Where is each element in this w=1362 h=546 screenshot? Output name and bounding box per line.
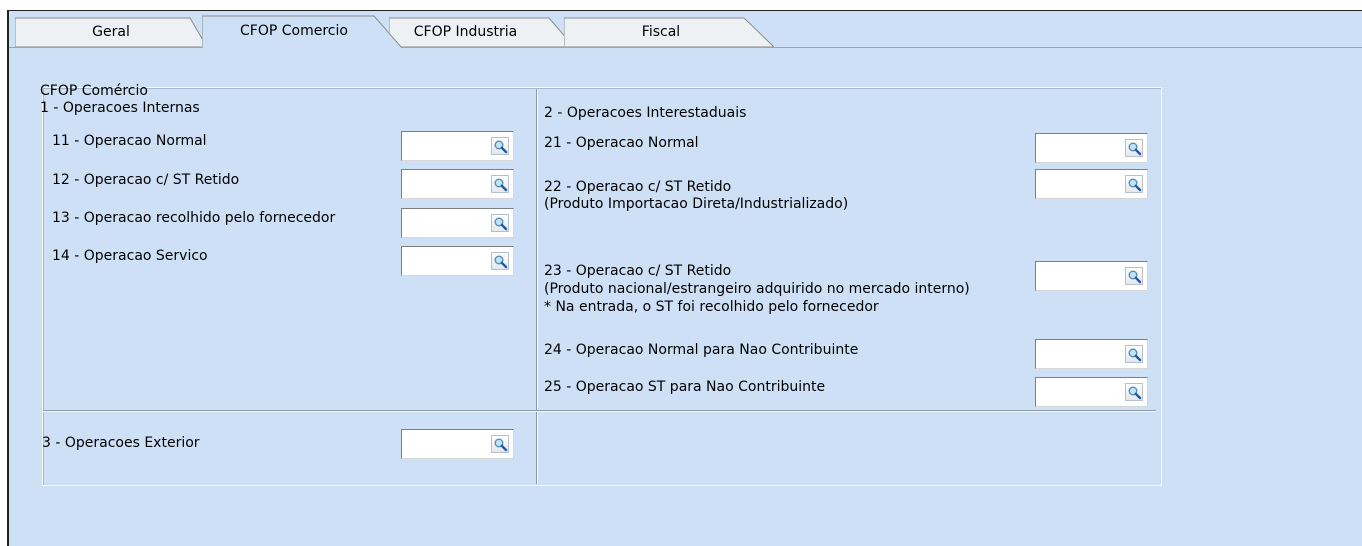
cfop-25-input[interactable] <box>1038 380 1124 406</box>
magnifier-icon <box>1128 386 1142 400</box>
magnifier-icon <box>1128 270 1142 284</box>
search-button-21[interactable] <box>1125 139 1143 157</box>
lookup-field-12 <box>401 169 514 199</box>
label-25: 25 - Operacao ST para Nao Contribuinte <box>544 379 826 395</box>
lookup-field-21 <box>1035 133 1148 163</box>
interestaduais-heading: 2 - Operacoes Interestaduais <box>544 105 747 121</box>
search-button-exterior[interactable] <box>491 435 509 453</box>
magnifier-icon <box>494 255 508 269</box>
tab-geral[interactable]: Geral <box>15 17 207 47</box>
cfop-14-input[interactable] <box>404 249 490 275</box>
cfop-exterior-input[interactable] <box>404 432 490 458</box>
lookup-field-13 <box>401 208 514 238</box>
lookup-field-11 <box>401 131 514 161</box>
lookup-field-exterior <box>401 429 514 459</box>
note-23a: (Produto nacional/estrangeiro adquirido … <box>544 281 970 297</box>
cfop-12-input[interactable] <box>404 172 490 198</box>
tab-fiscal[interactable]: Fiscal <box>564 17 774 47</box>
tab-cfop-comercio[interactable]: CFOP Comercio <box>202 15 402 48</box>
search-button-23[interactable] <box>1125 267 1143 285</box>
panel-title: CFOP Comércio <box>40 83 148 99</box>
label-14: 14 - Operacao Servico <box>52 248 208 264</box>
row-divider <box>43 410 1156 412</box>
tab-strip: Geral CFOP Industria Fiscal CFOP Comerci… <box>9 11 1362 48</box>
label-23: 23 - Operacao c/ ST Retido <box>544 263 732 279</box>
lookup-field-24 <box>1035 339 1148 369</box>
magnifier-icon <box>494 178 508 192</box>
search-button-13[interactable] <box>491 214 509 232</box>
magnifier-icon <box>1128 142 1142 156</box>
label-21: 21 - Operacao Normal <box>544 135 699 151</box>
label-12: 12 - Operacao c/ ST Retido <box>52 172 240 188</box>
lookup-field-14 <box>401 246 514 276</box>
search-button-11[interactable] <box>491 137 509 155</box>
magnifier-icon <box>1128 178 1142 192</box>
magnifier-icon <box>494 438 508 452</box>
tab-label: CFOP Comercio <box>240 23 348 39</box>
tab-label: CFOP Industria <box>413 24 518 40</box>
search-button-14[interactable] <box>491 252 509 270</box>
internas-heading: 1 - Operacoes Internas <box>40 100 200 116</box>
cfop-13-input[interactable] <box>404 211 490 237</box>
cfop-11-input[interactable] <box>404 134 490 160</box>
label-13: 13 - Operacao recolhido pelo fornecedor <box>52 210 336 226</box>
column-divider <box>536 89 538 484</box>
magnifier-icon <box>494 217 508 231</box>
search-button-22[interactable] <box>1125 175 1143 193</box>
tab-cfop-industria[interactable]: CFOP Industria <box>389 17 574 47</box>
magnifier-icon <box>494 140 508 154</box>
tab-baseline <box>9 47 202 48</box>
search-button-24[interactable] <box>1125 345 1143 363</box>
magnifier-icon <box>1128 348 1142 362</box>
note-22: (Produto Importacao Direta/Industrializa… <box>544 196 849 212</box>
lookup-field-22 <box>1035 169 1148 199</box>
cfop-21-input[interactable] <box>1038 136 1124 162</box>
cfop-22-input[interactable] <box>1038 172 1124 198</box>
label-22: 22 - Operacao c/ ST Retido <box>544 179 732 195</box>
tab-label: Geral <box>92 24 130 40</box>
tab-label: Fiscal <box>641 24 681 40</box>
tab-baseline <box>402 47 1362 48</box>
cfop-23-input[interactable] <box>1038 264 1124 290</box>
search-button-25[interactable] <box>1125 383 1143 401</box>
window-frame: Geral CFOP Industria Fiscal CFOP Comerci… <box>7 10 1362 546</box>
exterior-heading: 3 - Operacoes Exterior <box>42 435 200 451</box>
label-11: 11 - Operacao Normal <box>52 133 207 149</box>
note-23b: * Na entrada, o ST foi recolhido pelo fo… <box>544 299 879 315</box>
search-button-12[interactable] <box>491 175 509 193</box>
lookup-field-25 <box>1035 377 1148 407</box>
cfop-24-input[interactable] <box>1038 342 1124 368</box>
lookup-field-23 <box>1035 261 1148 291</box>
label-24: 24 - Operacao Normal para Nao Contribuin… <box>544 342 859 358</box>
